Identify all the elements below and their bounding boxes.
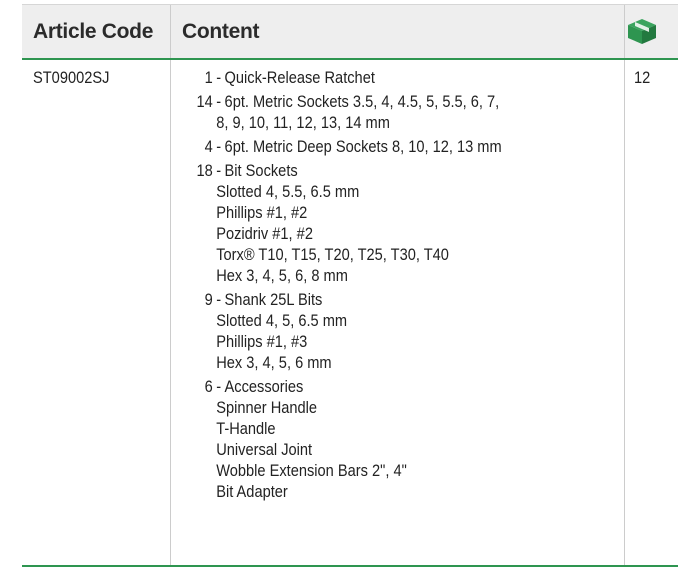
content-item-qty: 14: [196, 92, 213, 111]
content-item-subline: Torx® T10, T15, T20, T25, T30, T40: [216, 245, 449, 264]
header-divider-2: [624, 5, 625, 58]
content-item-subline: Bit Adapter: [216, 482, 288, 501]
content-item-line: 1- Quick-Release Ratchet: [187, 67, 565, 88]
article-code: ST09002SJ: [33, 68, 110, 87]
table-header: Article Code Content: [22, 5, 678, 60]
content-item-subline: Slotted 4, 5, 6.5 mm: [216, 311, 348, 330]
body-divider-1: [170, 60, 171, 565]
content-item-line: 9- Shank 25L Bits: [187, 289, 565, 310]
content-item-subline: 8, 9, 10, 11, 12, 13, 14 mm: [216, 113, 390, 132]
content-item-line: 6- Accessories: [187, 376, 565, 397]
header-article-code: Article Code: [33, 19, 154, 43]
content-item-subline: Phillips #1, #3: [216, 332, 308, 351]
content-item-qty: 6: [204, 377, 213, 396]
content-item-subline: Phillips #1, #2: [216, 203, 308, 222]
content-item-subline: Hex 3, 4, 5, 6 mm: [216, 353, 332, 372]
content-item: 14-6pt. Metric Sockets 3.5, 4, 4.5, 5, 5…: [187, 91, 627, 133]
content-item-subline: Hex 3, 4, 5, 6, 8 mm: [216, 266, 348, 285]
content-item-label: Bit Sockets: [224, 161, 298, 180]
content-item: 4-6pt. Metric Deep Sockets 8, 10, 12, 13…: [187, 136, 627, 157]
content-item-line: 4-6pt. Metric Deep Sockets 8, 10, 12, 13…: [187, 136, 565, 157]
content-item: 1- Quick-Release Ratchet: [187, 67, 627, 88]
content-item-subline: Wobble Extension Bars 2", 4": [216, 461, 407, 480]
content-list: 1- Quick-Release Ratchet 14-6pt. Metric So…: [187, 67, 627, 505]
box-icon: [628, 19, 656, 44]
content-item: 6- Accessories Spinner Handle T-Handle Unive…: [187, 376, 627, 502]
content-item-subline: Slotted 4, 5.5, 6.5 mm: [216, 182, 360, 201]
content-item-label: Accessories: [224, 377, 304, 396]
content-item-label: Quick-Release Ratchet: [224, 68, 375, 87]
content-item-label: 6pt. Metric Sockets 3.5, 4, 4.5, 5, 5.5,…: [224, 92, 500, 111]
content-item-qty: 9: [204, 290, 213, 309]
content-item-line: 14-6pt. Metric Sockets 3.5, 4, 4.5, 5, 5…: [187, 91, 565, 112]
table-row: ST09002SJ 1- Quick-Release Ratchet 14-6pt.…: [22, 60, 678, 565]
content-item-subline: Universal Joint: [216, 440, 313, 459]
content-item-line: 18- Bit Sockets: [187, 160, 565, 181]
content-item-qty: 1: [204, 68, 213, 87]
package-quantity: 12: [634, 68, 651, 87]
content-item: 18- Bit Sockets Slotted 4, 5.5, 6.5 mm Phil…: [187, 160, 627, 286]
content-item-subline: Pozidriv #1, #2: [216, 224, 313, 243]
content-item-subline: Spinner Handle: [216, 398, 318, 417]
bottom-rule: [22, 565, 678, 567]
content-item: 9- Shank 25L Bits Slotted 4, 5, 6.5 mm Phil…: [187, 289, 627, 373]
content-item-qty: 18: [196, 161, 213, 180]
header-content: Content: [182, 19, 260, 43]
content-item-label: 6pt. Metric Deep Sockets 8, 10, 12, 13 m…: [224, 137, 502, 156]
content-item-subline: T-Handle: [216, 419, 276, 438]
header-divider-1: [170, 5, 171, 58]
content-item-label: Shank 25L Bits: [224, 290, 323, 309]
content-item-qty: 4: [204, 137, 213, 156]
